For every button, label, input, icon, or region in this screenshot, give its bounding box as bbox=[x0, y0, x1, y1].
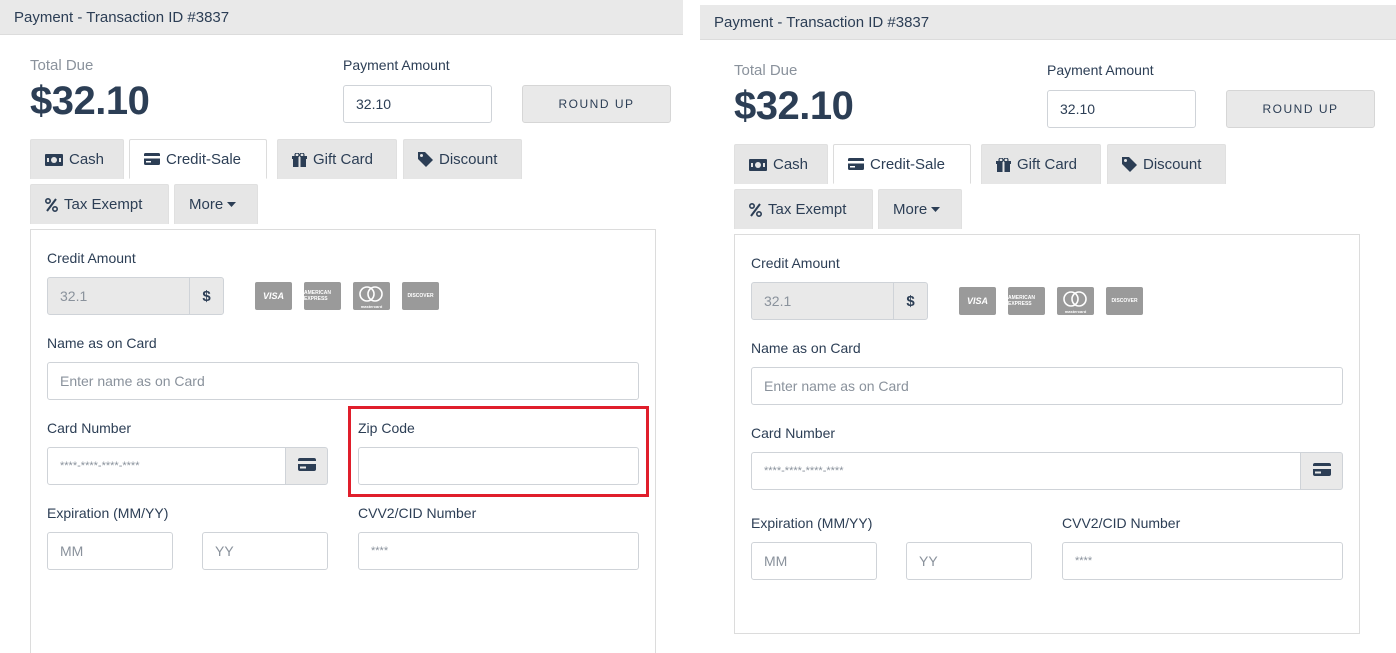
tab-credit-sale[interactable]: Credit-Sale bbox=[833, 144, 971, 184]
tab-credit-sale-label: Credit-Sale bbox=[166, 150, 242, 168]
credit-card-icon bbox=[297, 457, 316, 475]
panel-title: Payment - Transaction ID #3837 bbox=[14, 8, 230, 26]
card-number-input[interactable]: ****-****-****-**** bbox=[751, 452, 1301, 490]
tab-more-label: More bbox=[893, 201, 928, 218]
amex-icon: AMERICAN EXPRESS bbox=[1008, 287, 1045, 315]
tab-gift-card-label: Gift Card bbox=[1017, 156, 1078, 173]
card-brand-logos: VISA AMERICAN EXPRESS mastercard DISCOVE… bbox=[255, 282, 439, 310]
expiration-year-input[interactable]: YY bbox=[202, 532, 328, 570]
tab-discount-label: Discount bbox=[439, 151, 498, 168]
visa-icon: VISA bbox=[255, 282, 292, 310]
currency-addon: $ bbox=[189, 277, 224, 315]
tab-discount[interactable]: Discount bbox=[1107, 144, 1226, 184]
panel-title: Payment - Transaction ID #3837 bbox=[714, 13, 930, 31]
caret-down-icon bbox=[931, 207, 941, 212]
tab-cash-label: Cash bbox=[69, 151, 105, 168]
credit-card-icon bbox=[848, 158, 864, 170]
tab-more-dropdown[interactable]: More bbox=[174, 184, 258, 224]
credit-amount-label: Credit Amount bbox=[47, 250, 136, 266]
mastercard-icon: mastercard bbox=[1057, 287, 1094, 315]
card-brand-logos: VISA AMERICAN EXPRESS mastercard DISCOVE… bbox=[959, 287, 1143, 315]
tab-credit-sale-label: Credit-Sale bbox=[870, 155, 946, 173]
tab-more-label: More bbox=[189, 196, 224, 213]
tab-discount-label: Discount bbox=[1143, 156, 1202, 173]
payment-amount-label: Payment Amount bbox=[1047, 62, 1154, 78]
expiration-month-input[interactable]: MM bbox=[751, 542, 877, 580]
name-on-card-input[interactable]: Enter name as on Card bbox=[751, 367, 1343, 405]
caret-down-icon bbox=[227, 202, 237, 207]
card-number-input[interactable]: ****-****-****-**** bbox=[47, 447, 286, 485]
money-icon bbox=[45, 153, 63, 166]
tab-tax-exempt[interactable]: Tax Exempt bbox=[30, 184, 169, 224]
expiration-label: Expiration (MM/YY) bbox=[47, 505, 169, 521]
tab-cash-label: Cash bbox=[773, 156, 809, 173]
tab-cash[interactable]: Cash bbox=[734, 144, 828, 184]
tab-gift-card[interactable]: Gift Card bbox=[981, 144, 1101, 184]
expiration-month-input[interactable]: MM bbox=[47, 532, 173, 570]
gift-icon bbox=[292, 152, 307, 167]
credit-card-icon bbox=[1312, 462, 1331, 480]
name-on-card-input[interactable]: Enter name as on Card bbox=[47, 362, 639, 400]
gift-icon bbox=[996, 157, 1011, 172]
tab-gift-card-label: Gift Card bbox=[313, 151, 374, 168]
currency-addon: $ bbox=[893, 282, 928, 320]
total-due-value: $32.10 bbox=[30, 79, 150, 123]
visa-icon: VISA bbox=[959, 287, 996, 315]
cvv-input[interactable]: **** bbox=[358, 532, 639, 570]
zip-code-highlight bbox=[348, 406, 649, 497]
cvv-label: CVV2/CID Number bbox=[358, 505, 477, 521]
tab-credit-sale[interactable]: Credit-Sale bbox=[129, 139, 267, 179]
cvv-input[interactable]: **** bbox=[1062, 542, 1343, 580]
credit-card-icon bbox=[144, 153, 160, 165]
credit-amount-label: Credit Amount bbox=[751, 255, 840, 271]
name-on-card-label: Name as on Card bbox=[47, 335, 157, 351]
tab-cash[interactable]: Cash bbox=[30, 139, 124, 179]
payment-amount-label: Payment Amount bbox=[343, 57, 450, 73]
tab-gift-card[interactable]: Gift Card bbox=[277, 139, 397, 179]
percent-icon bbox=[45, 197, 58, 212]
tab-tax-exempt[interactable]: Tax Exempt bbox=[734, 189, 873, 229]
card-number-addon bbox=[1300, 452, 1343, 490]
payment-panel-left: Payment - Transaction ID #3837 Total Due… bbox=[0, 0, 683, 653]
payment-amount-input[interactable]: 32.10 bbox=[1047, 90, 1196, 128]
round-up-button[interactable]: ROUND UP bbox=[1226, 90, 1375, 128]
discover-icon: DISCOVER bbox=[1106, 287, 1143, 315]
tag-icon bbox=[418, 152, 433, 167]
total-due-label: Total Due bbox=[734, 62, 798, 79]
money-icon bbox=[749, 158, 767, 171]
credit-amount-input: 32.1 bbox=[751, 282, 894, 320]
amex-icon: AMERICAN EXPRESS bbox=[304, 282, 341, 310]
discover-icon: DISCOVER bbox=[402, 282, 439, 310]
payment-amount-input[interactable]: 32.10 bbox=[343, 85, 492, 123]
round-up-button[interactable]: ROUND UP bbox=[522, 85, 671, 123]
expiration-year-input[interactable]: YY bbox=[906, 542, 1032, 580]
percent-icon bbox=[749, 202, 762, 217]
tag-icon bbox=[1122, 157, 1137, 172]
payment-panel-right: Payment - Transaction ID #3837 Total Due… bbox=[700, 5, 1396, 653]
tab-discount[interactable]: Discount bbox=[403, 139, 522, 179]
name-on-card-label: Name as on Card bbox=[751, 340, 861, 356]
card-number-label: Card Number bbox=[47, 420, 132, 436]
expiration-label: Expiration (MM/YY) bbox=[751, 515, 873, 531]
card-number-label: Card Number bbox=[751, 425, 836, 441]
panel-header: Payment - Transaction ID #3837 bbox=[700, 5, 1396, 40]
cvv-label: CVV2/CID Number bbox=[1062, 515, 1181, 531]
credit-sale-form: Credit Amount 32.1 $ VISA AMERICAN EXPRE… bbox=[734, 234, 1360, 634]
total-due-value: $32.10 bbox=[734, 84, 854, 128]
tab-more-dropdown[interactable]: More bbox=[878, 189, 962, 229]
tab-tax-exempt-label: Tax Exempt bbox=[768, 201, 847, 218]
credit-amount-input: 32.1 bbox=[47, 277, 190, 315]
card-number-addon bbox=[285, 447, 328, 485]
mastercard-icon: mastercard bbox=[353, 282, 390, 310]
total-due-label: Total Due bbox=[30, 57, 94, 74]
tab-tax-exempt-label: Tax Exempt bbox=[64, 196, 143, 213]
panel-header: Payment - Transaction ID #3837 bbox=[0, 0, 683, 35]
